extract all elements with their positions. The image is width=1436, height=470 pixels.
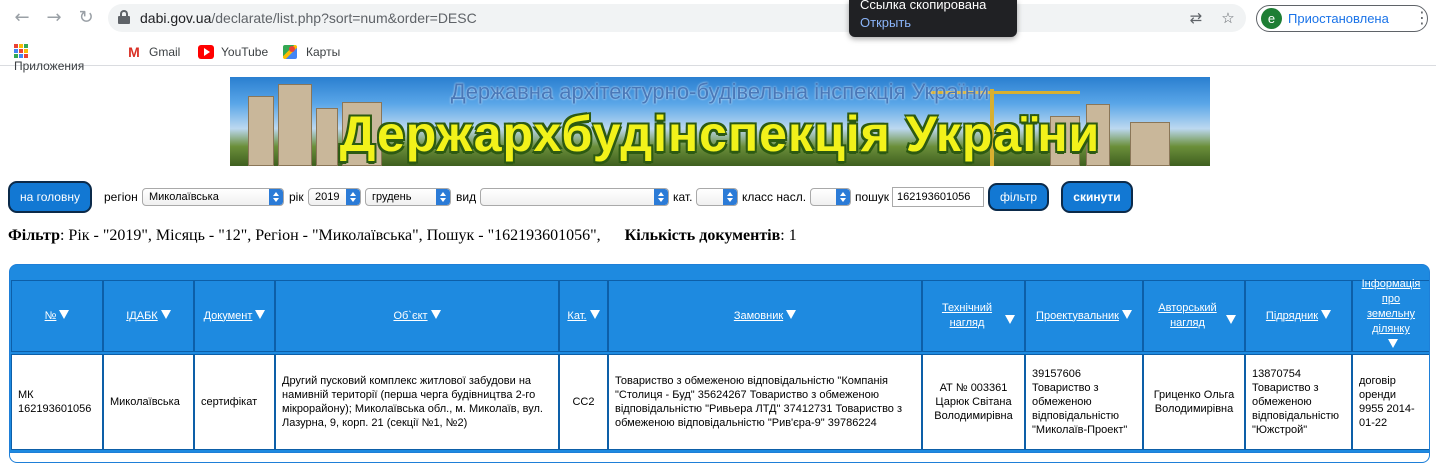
banner-title: Держархбудінспекція України xyxy=(339,106,1101,162)
bookmark-maps[interactable]: Карты xyxy=(283,44,340,60)
cell-contractor: 13870754 Товариство з обмеженою відповід… xyxy=(1245,354,1352,450)
bookmark-apps[interactable]: Приложения xyxy=(14,44,84,73)
cell-object: Другий пусковий комплекс житлової забудо… xyxy=(275,354,559,450)
select-arrows-icon xyxy=(654,189,668,205)
column-header-object[interactable]: Об`єкт xyxy=(275,280,559,352)
sort-desc-icon[interactable] xyxy=(1005,315,1015,325)
youtube-icon xyxy=(198,44,214,59)
select-arrows-icon xyxy=(723,189,737,205)
filter-summary: Фільтр: Рік - "2019", Місяць - "12", Рег… xyxy=(8,227,797,245)
gmail-icon: M xyxy=(128,43,140,60)
forward-arrow-icon[interactable]: → xyxy=(42,6,66,30)
column-header-author-supervision[interactable]: Авторський нагляд xyxy=(1143,280,1245,352)
toast-open-link[interactable]: Открыть xyxy=(860,15,911,30)
bookmark-gmail[interactable]: M Gmail xyxy=(126,44,180,60)
search-input[interactable] xyxy=(892,187,984,207)
cell-document: сертифікат xyxy=(194,354,275,450)
sort-desc-icon[interactable] xyxy=(1121,309,1132,319)
column-header-num[interactable]: № xyxy=(11,280,103,352)
class-select[interactable] xyxy=(810,188,851,206)
category-label: кат. xyxy=(673,190,693,204)
select-arrows-icon xyxy=(346,189,360,205)
banner-subtitle: Державна архітектурно-будівельна інспекц… xyxy=(450,79,990,104)
sort-desc-icon[interactable] xyxy=(59,309,70,319)
filter-button[interactable]: фільтр xyxy=(988,183,1049,211)
cell-author-supervision: Гриценко Ольга Володимирівна xyxy=(1143,354,1245,450)
sort-desc-icon[interactable] xyxy=(589,309,600,319)
year-select[interactable]: 2019 xyxy=(308,188,361,206)
translate-icon[interactable]: ⇄ xyxy=(1186,8,1206,28)
cell-num: МК 162193601056 xyxy=(11,354,103,450)
category-select[interactable] xyxy=(696,188,738,206)
profile-status-label: Приостановлена xyxy=(1288,11,1389,26)
year-label: рік xyxy=(289,190,304,204)
cell-tech-supervision: АТ № 003361 Царюк Світана Володимирівна xyxy=(922,354,1025,450)
cell-designer: 39157606 Товариство з обмеженою відповід… xyxy=(1025,354,1143,450)
sort-desc-icon[interactable] xyxy=(255,309,266,319)
maps-icon xyxy=(283,45,299,59)
avatar: e xyxy=(1261,8,1282,29)
site-banner: Державна архітектурно-будівельна інспекц… xyxy=(230,77,1210,166)
star-bookmark-icon[interactable]: ☆ xyxy=(1218,8,1238,28)
document-count-value: : 1 xyxy=(780,227,797,244)
select-arrows-icon xyxy=(836,189,850,205)
cell-category: СС2 xyxy=(559,354,608,450)
back-arrow-icon[interactable]: ← xyxy=(10,6,34,30)
cell-idabk: Миколаївська xyxy=(103,354,194,450)
profile-button[interactable]: e Приостановлена xyxy=(1256,5,1428,32)
sort-desc-icon[interactable] xyxy=(1321,309,1332,319)
column-header-contractor[interactable]: Підрядник xyxy=(1245,280,1352,352)
lock-icon[interactable] xyxy=(118,10,130,24)
column-header-customer[interactable]: Замовник xyxy=(608,280,922,352)
select-arrows-icon xyxy=(436,189,450,205)
cell-land-info: договір оренди 9955 2014-01-22 xyxy=(1352,354,1429,450)
column-header-idabk[interactable]: ІДАБК xyxy=(103,280,194,352)
declarations-table: № ІДАБК Документ Об`єкт Кат. Замовник Те… xyxy=(9,264,1430,463)
menu-kebab-icon[interactable]: ⋮ xyxy=(1414,8,1430,28)
document-count-label: Кількість документів xyxy=(624,227,781,244)
bookmarks-bar: Приложения M Gmail YouTube Карты xyxy=(0,38,1436,73)
reset-button[interactable]: скинути xyxy=(1061,181,1133,213)
filter-summary-label: Фільтр xyxy=(8,227,60,244)
type-select[interactable] xyxy=(480,188,669,206)
region-label: регіон xyxy=(104,190,138,204)
select-arrows-icon xyxy=(269,189,283,205)
apps-grid-icon xyxy=(14,44,30,58)
link-copied-toast: Ссылка скопирована Открыть xyxy=(849,0,1017,37)
region-select[interactable]: Миколаївська xyxy=(142,188,284,206)
reload-icon[interactable]: ↻ xyxy=(74,6,98,30)
search-label: пошук xyxy=(855,190,890,204)
address-bar[interactable]: dabi.gov.ua/declarate/list.php?sort=num&… xyxy=(108,4,1246,32)
bookmark-youtube[interactable]: YouTube xyxy=(198,44,268,60)
sort-desc-icon[interactable] xyxy=(786,309,797,319)
column-header-category[interactable]: Кат. xyxy=(559,280,608,352)
home-button[interactable]: на головну xyxy=(8,181,92,213)
sort-desc-icon[interactable] xyxy=(1225,315,1236,325)
toast-message: Ссылка скопирована xyxy=(860,0,987,12)
filter-summary-text: : Рік - "2019", Місяць - "12", Регіон - … xyxy=(59,227,601,244)
sort-desc-icon[interactable] xyxy=(430,309,441,319)
url-text[interactable]: dabi.gov.ua/declarate/list.php?sort=num&… xyxy=(140,10,477,26)
table-footer xyxy=(10,452,1429,462)
sort-desc-icon[interactable] xyxy=(160,309,171,319)
column-header-tech-supervision[interactable]: Технічний нагляд xyxy=(922,280,1025,352)
type-label: вид xyxy=(456,190,477,204)
column-header-designer[interactable]: Проектувальник xyxy=(1025,280,1143,352)
month-select[interactable]: грудень xyxy=(365,188,451,206)
cell-customer: Товариство з обмеженою відповідальністю … xyxy=(608,354,922,450)
browser-toolbar: ← → ↻ dabi.gov.ua/declarate/list.php?sor… xyxy=(0,0,1436,36)
column-header-document[interactable]: Документ xyxy=(194,280,275,352)
column-header-land-info[interactable]: Інформація про земельну ділянку xyxy=(1352,278,1429,352)
sort-desc-icon[interactable] xyxy=(1387,339,1398,349)
class-label: класс насл. xyxy=(742,190,807,204)
